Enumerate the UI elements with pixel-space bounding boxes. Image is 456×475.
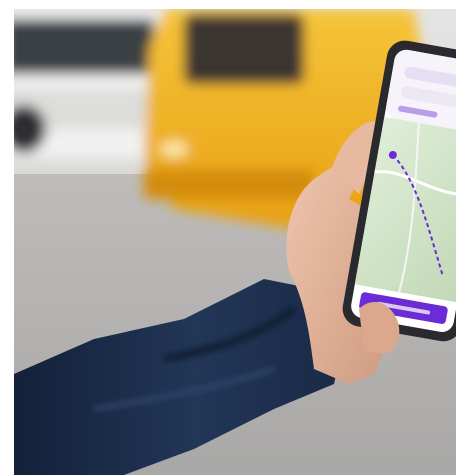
photo-scene — [14, 9, 456, 475]
bus-windshield — [184, 14, 304, 84]
photo-frame — [14, 9, 456, 475]
white-vehicle-window — [14, 19, 154, 74]
bus-light — [160, 141, 188, 157]
bus-bumper — [144, 169, 314, 199]
